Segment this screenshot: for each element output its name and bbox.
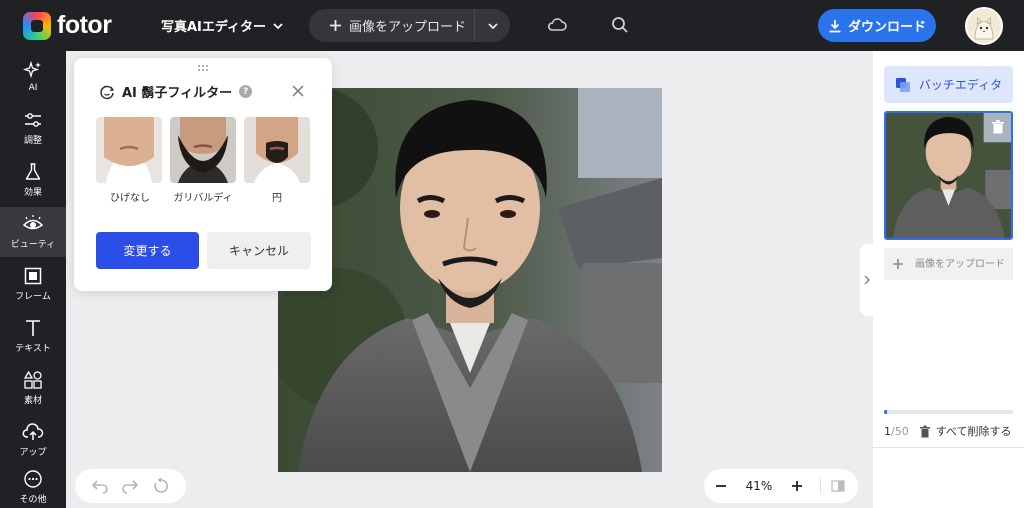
layers-icon — [895, 77, 910, 92]
face-filter-icon — [100, 85, 115, 99]
frame-icon — [24, 267, 42, 285]
editor-menu-label: 写真AIエディター — [161, 20, 266, 35]
sliders-icon — [25, 113, 41, 127]
sidebar-item-ai[interactable]: AI — [0, 51, 66, 101]
close-icon[interactable] — [290, 83, 306, 99]
chevron-right-icon — [864, 275, 871, 285]
sidebar-item-label: フレーム — [15, 292, 51, 302]
image-count-total: /50 — [891, 424, 909, 438]
panel-divider — [873, 447, 1024, 448]
chevron-down-icon — [487, 22, 498, 29]
beard-option-label: ガリバルディ — [173, 193, 233, 204]
minus-icon — [716, 485, 726, 487]
history-controls — [75, 469, 186, 503]
sidebar-item-label: 効果 — [23, 188, 42, 198]
flask-icon — [25, 163, 41, 180]
beard-option-none[interactable] — [96, 117, 162, 183]
beard-option-label: 円 — [272, 193, 282, 204]
download-button[interactable]: ダウンロード — [818, 9, 936, 42]
beard-option-garibaldi[interactable] — [170, 117, 236, 183]
plus-icon — [893, 259, 903, 269]
download-label: ダウンロード — [847, 20, 926, 35]
fotor-logo[interactable]: fotor — [23, 11, 112, 40]
upload-options-dropdown[interactable] — [475, 9, 510, 42]
cloud-icon[interactable] — [546, 14, 568, 36]
eye-icon — [22, 215, 44, 230]
beard-option-circle[interactable] — [244, 117, 310, 183]
sparkle-icon — [23, 60, 41, 78]
cloud-upload-icon — [22, 423, 44, 440]
zoom-out-button[interactable] — [704, 469, 738, 503]
image-thumbnail[interactable] — [884, 111, 1013, 240]
zoom-level: 41% — [745, 479, 773, 493]
undo-icon[interactable] — [91, 477, 109, 495]
apply-button[interactable]: 変更する — [96, 232, 199, 269]
batch-panel: バッチエディタ 画像をアップロード 1 /50 すべて削除する — [873, 51, 1024, 508]
plus-icon — [792, 481, 802, 491]
upload-more-label: 画像をアップロード — [915, 258, 1005, 270]
beard-filter-panel: AI 鬍子フィルター ? ひげなし ガリバルディ 円 変更する キャンセル — [74, 58, 332, 291]
user-avatar[interactable] — [965, 7, 1003, 45]
collapse-panel-tab[interactable] — [860, 244, 874, 316]
reset-icon[interactable] — [152, 477, 170, 495]
sidebar-item-more[interactable]: その他 — [0, 467, 66, 507]
top-bar: fotor 写真AIエディター 画像をアップロード ダウンロード — [0, 0, 1024, 51]
upload-image-button[interactable]: 画像をアップロード — [309, 9, 475, 42]
sidebar-item-beauty[interactable]: ビューティ — [0, 207, 66, 257]
cat-avatar-icon — [967, 9, 1001, 43]
beard-option-label: ひげなし — [110, 193, 150, 204]
help-icon[interactable]: ? — [239, 85, 253, 98]
delete-all-label: すべて削除する — [935, 425, 1012, 438]
upload-group: 画像をアップロード — [309, 9, 510, 42]
image-count-progress — [884, 410, 1013, 414]
search-icon[interactable] — [609, 14, 631, 36]
batch-editor-button[interactable]: バッチエディタ — [884, 66, 1013, 103]
more-icon — [24, 470, 42, 488]
compare-icon — [831, 480, 845, 492]
sidebar-item-text[interactable]: テキスト — [0, 311, 66, 361]
shapes-icon — [23, 370, 42, 389]
panel-title-label: AI 鬍子フィルター — [122, 86, 233, 101]
progress-fill — [884, 410, 887, 414]
upload-image-label: 画像をアップロード — [349, 20, 467, 35]
chevron-down-icon — [273, 22, 283, 29]
panel-title: AI 鬍子フィルター ? — [99, 82, 253, 101]
tool-sidebar: AI 調整 効果 ビューティ フレーム テキスト 素材 アップ その他 — [0, 51, 66, 508]
compare-button[interactable] — [821, 469, 855, 503]
plus-icon — [330, 20, 341, 31]
sidebar-item-label: ビューティ — [10, 240, 56, 250]
edited-photo[interactable] — [278, 88, 662, 472]
trash-icon — [919, 425, 930, 437]
download-icon — [829, 19, 841, 32]
sidebar-item-label: AI — [28, 82, 38, 93]
drag-handle-icon[interactable] — [196, 64, 210, 72]
image-count-current: 1 — [884, 424, 891, 438]
sidebar-item-upload[interactable]: アップ — [0, 415, 66, 465]
sidebar-item-label: その他 — [19, 495, 47, 505]
batch-editor-label: バッチエディタ — [918, 78, 1003, 92]
sidebar-item-adjust[interactable]: 調整 — [0, 103, 66, 153]
logo-text: fotor — [57, 11, 112, 39]
trash-icon[interactable] — [990, 119, 1006, 135]
sidebar-item-label: アップ — [19, 448, 47, 458]
cancel-button[interactable]: キャンセル — [207, 232, 311, 269]
image-count-row: 1 /50 すべて削除する — [884, 423, 1019, 439]
upload-more-button[interactable]: 画像をアップロード — [884, 248, 1013, 280]
sidebar-item-label: 調整 — [23, 136, 42, 146]
text-icon — [26, 320, 40, 336]
fotor-logo-mark — [23, 11, 51, 40]
sidebar-item-label: テキスト — [15, 344, 51, 354]
sidebar-item-frame[interactable]: フレーム — [0, 259, 66, 309]
sidebar-item-label: 素材 — [23, 396, 42, 406]
zoom-controls: 41% — [704, 469, 858, 503]
sidebar-item-effects[interactable]: 効果 — [0, 155, 66, 205]
delete-all-button[interactable]: すべて削除する — [919, 423, 1012, 439]
sidebar-item-elements[interactable]: 素材 — [0, 363, 66, 413]
editor-menu[interactable]: 写真AIエディター — [161, 16, 284, 35]
zoom-in-button[interactable] — [780, 469, 814, 503]
redo-icon[interactable] — [121, 477, 139, 495]
